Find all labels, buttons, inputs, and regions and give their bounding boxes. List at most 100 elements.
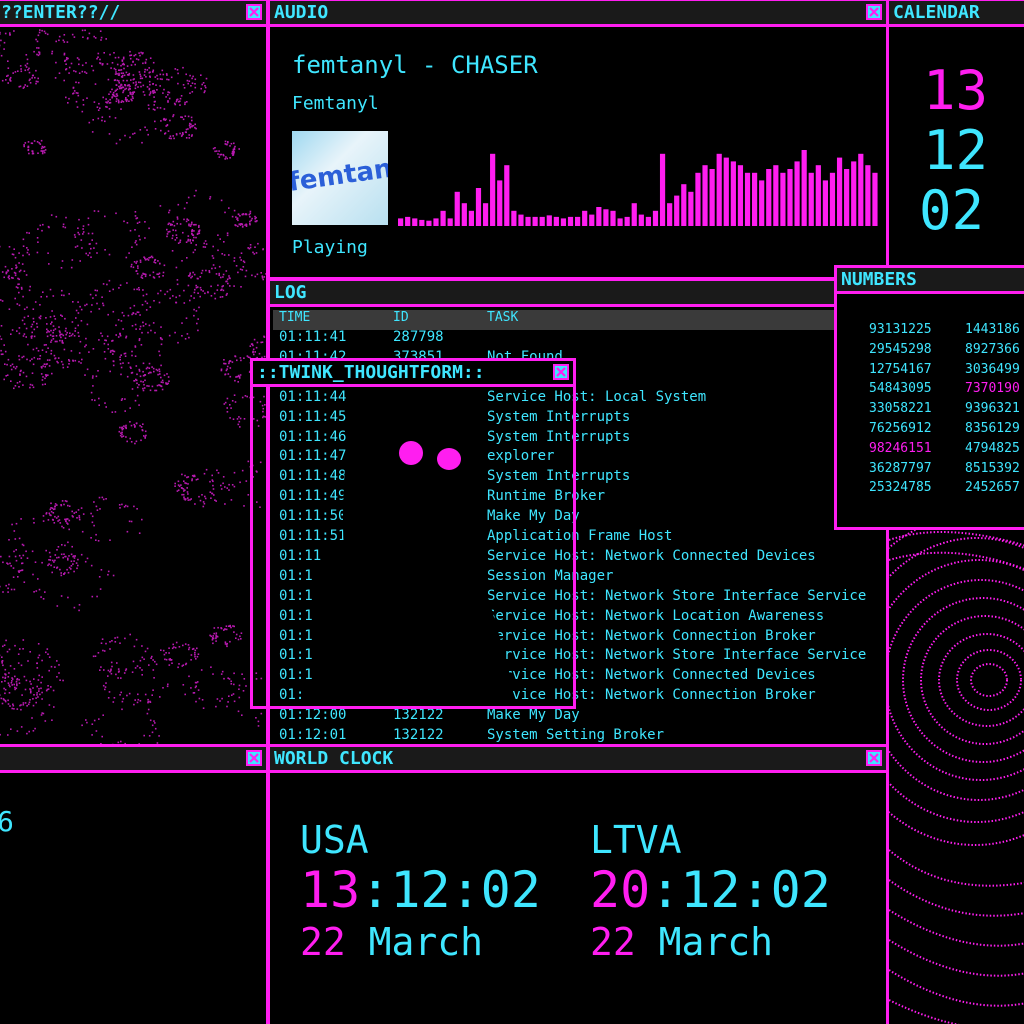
zone-month: March <box>368 920 484 964</box>
eq-bar <box>752 172 758 226</box>
eq-bar <box>433 218 439 226</box>
eq-bar <box>525 216 531 226</box>
eq-bar <box>865 165 871 226</box>
close-icon[interactable] <box>553 364 569 380</box>
eq-bar <box>589 214 595 226</box>
log-header-id: ID <box>393 310 409 325</box>
log-header-time: TIME <box>279 310 311 325</box>
eq-bar <box>829 172 836 226</box>
world-clock-titlebar[interactable]: WORLD CLOCK <box>270 747 886 773</box>
artist-name: Femtanyl <box>292 93 379 114</box>
eq-bar <box>440 210 446 226</box>
log-row: 01:11:41 287798 <box>273 329 886 349</box>
zone-name: USA <box>300 818 369 862</box>
calendar-year: 02 <box>919 179 985 242</box>
ghost-figure <box>314 405 513 706</box>
eq-bar <box>631 203 637 226</box>
zone-minsec: :12:02 <box>360 861 541 919</box>
log-cell-id: 132122 <box>393 707 444 724</box>
eq-bar <box>716 153 722 226</box>
zone-time: 20:12:02 <box>590 863 831 917</box>
clock-zone-usa: USA 13:12:02 22 March <box>300 817 541 967</box>
eq-bar <box>398 218 404 226</box>
audio-visualizer <box>398 150 878 226</box>
number-cell: 12754167 <box>869 361 932 377</box>
track-title: femtanyl - CHASER <box>292 51 538 79</box>
log-cell-time: 01:12:00 <box>279 707 347 724</box>
zone-day: 22 <box>300 920 346 964</box>
zone-name: LTVA <box>590 818 682 862</box>
thoughtform-window[interactable]: ::TWINK_THOUGHTFORM:: <box>250 358 576 709</box>
enter-window: ??ENTER??// <box>0 0 269 748</box>
number-cell: 76256912 <box>869 421 932 436</box>
zone-month: March <box>658 920 774 964</box>
number-cell: 1443186 <box>965 322 1020 337</box>
eq-bar <box>872 172 878 226</box>
thoughtform-titlebar[interactable]: ::TWINK_THOUGHTFORM:: <box>253 361 573 387</box>
close-icon[interactable] <box>866 4 882 20</box>
number-cell: 9396321 <box>965 401 1020 417</box>
eq-bar <box>610 210 616 226</box>
zone-hour: 20 <box>590 861 651 919</box>
clock-zone-ltva: LTVA 20:12:02 22 March <box>590 817 831 967</box>
numbers-titlebar[interactable]: NUMBERS <box>837 268 1024 294</box>
audio-titlebar[interactable]: AUDIO <box>270 1 886 27</box>
eq-bar <box>773 165 779 226</box>
calendar-titlebar[interactable]: CALENDAR <box>889 1 1024 27</box>
eq-bar <box>695 172 701 226</box>
eq-bar <box>659 153 666 226</box>
close-icon[interactable] <box>866 750 882 766</box>
numbers-title: NUMBERS <box>841 269 917 290</box>
number-cell: 33058221 <box>869 401 932 417</box>
zone-date: 22 March <box>300 917 541 967</box>
thoughtform-title: ::TWINK_THOUGHTFORM:: <box>257 362 485 383</box>
eq-bar <box>667 203 673 226</box>
eq-bar <box>546 215 552 226</box>
number-cell: 93131225 <box>869 322 932 337</box>
partial-value: 6 <box>0 805 14 838</box>
eq-bar <box>405 216 411 226</box>
eq-bar <box>518 214 524 226</box>
bottom-left-titlebar[interactable] <box>0 747 266 773</box>
close-icon[interactable] <box>246 750 262 766</box>
eq-bar <box>482 203 489 226</box>
eq-bar <box>674 195 680 226</box>
eq-bar <box>582 210 588 226</box>
number-cell: 7370190 <box>965 381 1020 397</box>
eq-bar <box>567 216 574 226</box>
number-cell: 4794825 <box>965 440 1020 456</box>
log-header-row: TIME ID TASK <box>273 310 886 330</box>
eq-bar <box>624 216 630 226</box>
eq-bar <box>497 180 503 226</box>
eq-bar <box>603 209 609 226</box>
eq-bar <box>709 169 715 226</box>
eq-bar <box>461 203 467 226</box>
eq-bar <box>412 218 418 226</box>
log-titlebar[interactable]: LOG <box>270 281 886 307</box>
zone-time: 13:12:02 <box>300 863 541 917</box>
eq-bar <box>475 188 482 226</box>
eq-bar <box>737 165 744 226</box>
eq-bar <box>787 169 793 226</box>
calendar-day: 13 <box>923 59 989 122</box>
enter-titlebar[interactable]: ??ENTER??// <box>0 1 266 27</box>
log-cell-time: 01:11:41 <box>279 329 347 345</box>
close-icon[interactable] <box>246 4 262 20</box>
audio-window: AUDIO femtanyl - CHASER Femtanyl femtany… <box>267 0 889 280</box>
calendar-title: CALENDAR <box>893 2 980 23</box>
number-cell: 25324785 <box>869 480 932 496</box>
enter-title: ??ENTER??// <box>1 2 121 23</box>
log-cell-time: 01:12:01 <box>279 727 347 743</box>
log-cell-task: System Setting Broker <box>487 727 665 743</box>
numbers-window: NUMBERS 93131225 1443186 29545298 8927366 12… <box>834 265 1024 530</box>
eq-bar <box>730 161 736 226</box>
number-cell: 8927366 <box>965 341 1020 357</box>
zone-minsec: :12:02 <box>650 861 831 919</box>
eq-bar <box>766 169 772 226</box>
log-cell-id: 132122 <box>393 727 444 743</box>
eq-bar <box>638 214 644 226</box>
eq-bar <box>596 207 602 226</box>
world-clock-window: WORLD CLOCK USA 13:12:02 22 March LTVA 2… <box>267 744 889 1024</box>
eq-bar <box>808 172 814 226</box>
eq-bar <box>617 218 623 226</box>
